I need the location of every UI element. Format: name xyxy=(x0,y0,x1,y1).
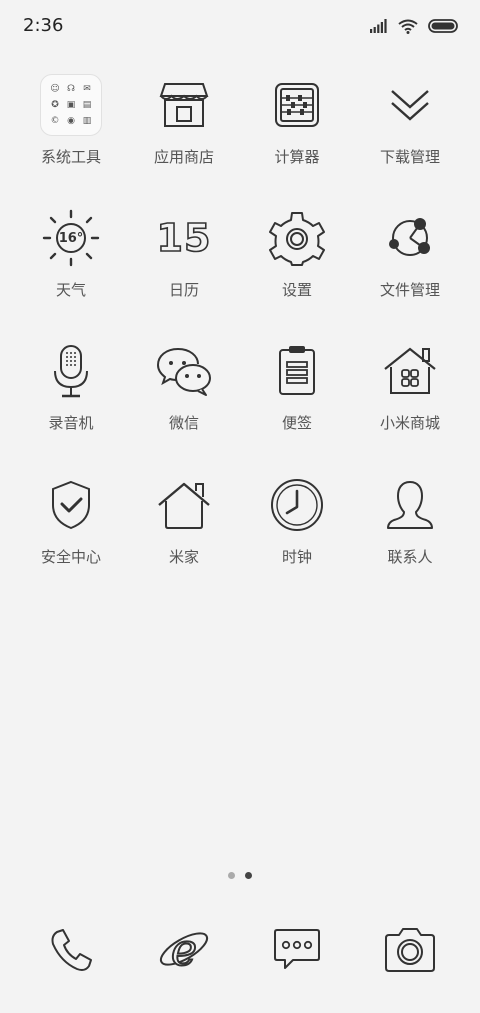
calendar-day: 15 xyxy=(156,215,212,261)
weather-temp: 16° xyxy=(58,231,84,246)
app-settings[interactable]: 设置 xyxy=(237,203,357,300)
notes-icon xyxy=(279,346,315,395)
app-notes[interactable]: 便签 xyxy=(237,336,357,433)
dock-camera[interactable] xyxy=(350,915,470,985)
svg-text:e: e xyxy=(171,925,197,976)
clock-icon xyxy=(271,479,323,531)
calendar-icon: 15 xyxy=(149,203,219,273)
folder-icon: ☺ ☊ ✉ ✪ ▣ ▤ © ◉ ▥ xyxy=(40,74,102,136)
app-file-manager[interactable]: 文件管理 xyxy=(350,203,470,300)
wechat-icon xyxy=(156,348,211,396)
status-icons xyxy=(370,16,458,36)
app-label: 录音机 xyxy=(48,414,94,432)
app-calendar[interactable]: 15 日历 xyxy=(124,203,244,300)
app-mijia[interactable]: 米家 xyxy=(124,470,244,567)
app-label: 小米商城 xyxy=(379,414,440,432)
camera-icon xyxy=(385,928,435,972)
app-clock[interactable]: 时钟 xyxy=(237,470,357,567)
app-label: 时钟 xyxy=(281,548,312,566)
app-download-manager[interactable]: 下载管理 xyxy=(350,70,470,167)
app-label: 下载管理 xyxy=(379,148,440,166)
microphone-icon xyxy=(54,345,88,398)
app-label: 米家 xyxy=(168,548,199,566)
mi-store-icon xyxy=(384,347,436,394)
app-label: 系统工具 xyxy=(40,148,101,166)
phone-icon xyxy=(51,929,92,971)
dock: e xyxy=(0,915,480,985)
contacts-icon xyxy=(387,481,433,529)
app-label: 设置 xyxy=(281,281,312,299)
store-icon xyxy=(159,83,209,127)
wifi-icon xyxy=(398,19,418,34)
download-icon xyxy=(391,90,429,121)
page-dot-1[interactable] xyxy=(228,872,235,879)
page-indicator xyxy=(0,872,480,879)
messages-icon xyxy=(274,929,320,969)
page-dot-2[interactable] xyxy=(245,872,252,879)
calculator-icon xyxy=(275,83,319,127)
app-label: 微信 xyxy=(168,414,199,432)
gear-icon xyxy=(269,212,325,266)
dock-browser[interactable]: e xyxy=(124,915,244,985)
app-label: 便签 xyxy=(281,414,312,432)
app-recorder[interactable]: 录音机 xyxy=(11,336,131,433)
app-label: 天气 xyxy=(55,281,86,299)
app-security-center[interactable]: 安全中心 xyxy=(11,470,131,567)
battery-icon xyxy=(428,19,458,33)
shield-icon xyxy=(52,480,90,530)
app-label: 安全中心 xyxy=(40,548,101,566)
file-manager-icon xyxy=(389,218,430,256)
app-calculator[interactable]: 计算器 xyxy=(237,70,357,167)
status-bar: 2:36 xyxy=(0,0,480,52)
app-contacts[interactable]: 联系人 xyxy=(350,470,470,567)
app-weather[interactable]: 16° 天气 xyxy=(11,203,131,300)
app-label: 日历 xyxy=(168,281,199,299)
app-label: 联系人 xyxy=(387,548,433,566)
status-time: 2:36 xyxy=(23,15,64,36)
app-mi-store[interactable]: 小米商城 xyxy=(350,336,470,433)
dock-messages[interactable] xyxy=(237,915,357,985)
app-store[interactable]: 应用商店 xyxy=(124,70,244,167)
app-label: 文件管理 xyxy=(379,281,440,299)
app-label: 计算器 xyxy=(274,148,320,166)
browser-icon: e xyxy=(159,924,209,977)
app-label: 应用商店 xyxy=(153,148,214,166)
dock-phone[interactable] xyxy=(11,915,131,985)
signal-icon xyxy=(370,19,387,33)
app-system-tools[interactable]: ☺ ☊ ✉ ✪ ▣ ▤ © ◉ ▥ 系统工具 xyxy=(11,70,131,167)
home-icon xyxy=(158,482,210,529)
app-wechat[interactable]: 微信 xyxy=(124,336,244,433)
